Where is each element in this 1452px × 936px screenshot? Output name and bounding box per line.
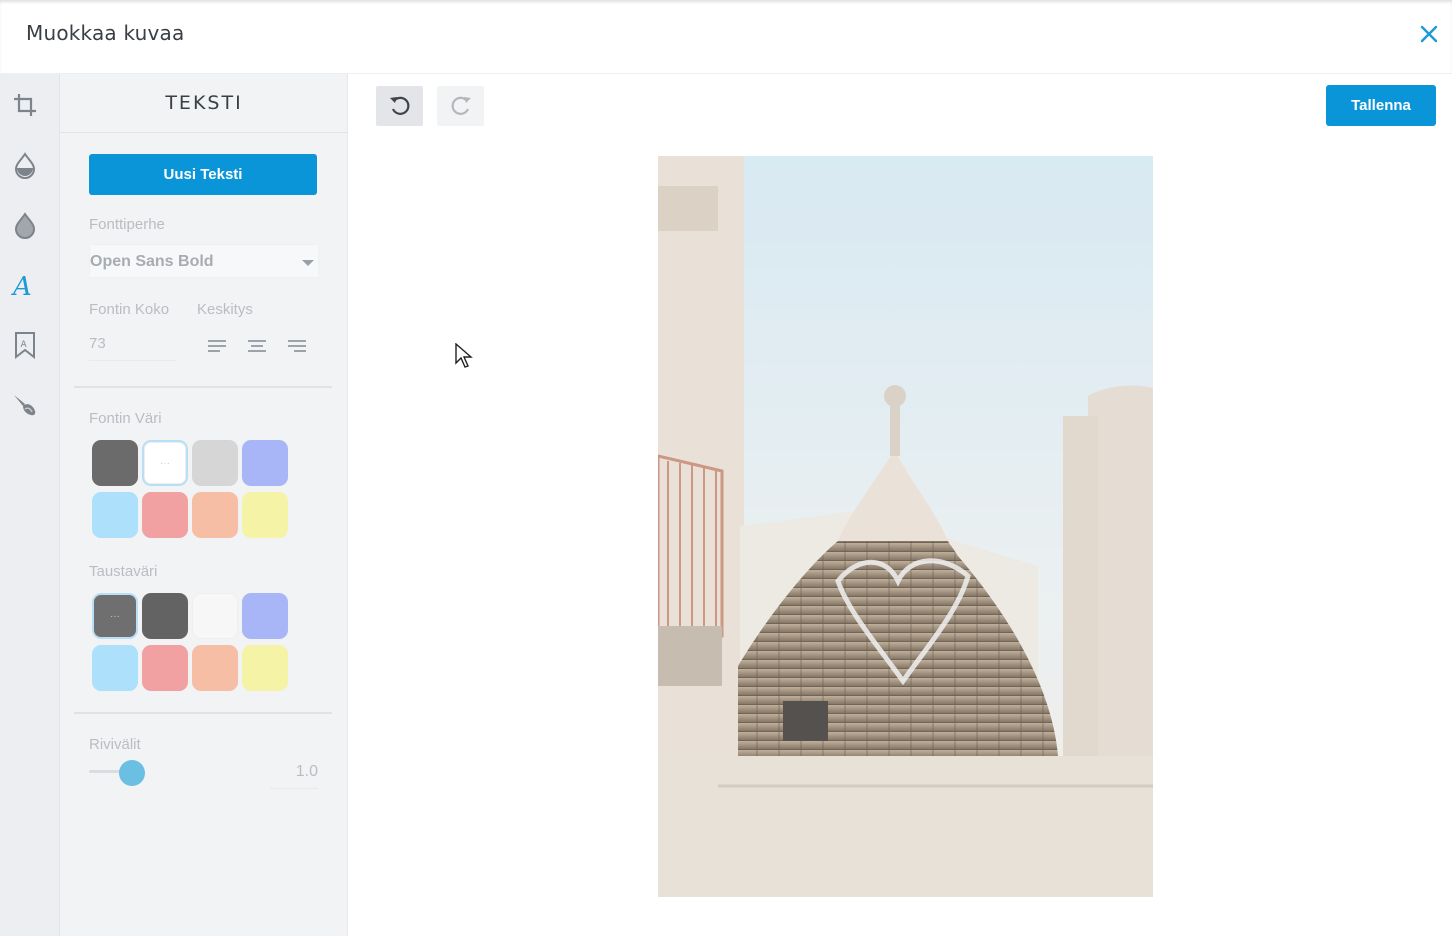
edited-photo[interactable] — [658, 156, 1153, 897]
font-color-swatch[interactable] — [192, 440, 238, 486]
svg-text:A: A — [21, 340, 28, 350]
drop-icon[interactable] — [10, 210, 40, 240]
selected-indicator: ··· — [160, 458, 170, 469]
new-text-button[interactable]: Uusi Teksti — [89, 154, 317, 195]
divider — [74, 386, 332, 388]
mouse-cursor-icon — [455, 342, 473, 374]
align-center-icon[interactable] — [248, 340, 266, 354]
font-color-swatch[interactable] — [242, 492, 288, 538]
align-left-icon[interactable] — [208, 340, 226, 354]
font-size-label: Fontin Koko — [89, 301, 170, 318]
alignment-label: Keskitys — [197, 301, 253, 318]
font-family-value: Open Sans Bold — [90, 253, 214, 270]
brush-icon[interactable] — [10, 390, 40, 420]
font-color-swatch[interactable] — [92, 492, 138, 538]
image-editor-dialog: Muokkaa kuvaa A A TEKSTI Uusi Teksti Fon… — [0, 0, 1452, 936]
divider — [74, 712, 332, 714]
background-color-swatch[interactable] — [242, 593, 288, 639]
close-icon[interactable] — [1417, 22, 1441, 46]
background-color-swatch[interactable]: ··· — [92, 593, 138, 639]
font-color-swatch[interactable]: ··· — [142, 440, 188, 486]
font-family-label: Fonttiperhe — [89, 216, 165, 233]
divider — [60, 132, 348, 133]
selected-indicator: ··· — [110, 611, 120, 622]
save-button[interactable]: Tallenna — [1326, 85, 1436, 126]
svg-text:A: A — [11, 272, 32, 299]
font-color-swatch[interactable] — [192, 492, 238, 538]
drop-outline-icon[interactable] — [10, 150, 40, 180]
text-panel: TEKSTI Uusi Teksti Fonttiperhe Open Sans… — [60, 74, 348, 936]
font-size-input[interactable]: 73 — [89, 333, 177, 361]
chevron-down-icon — [302, 260, 314, 266]
align-right-icon[interactable] — [288, 340, 306, 354]
background-color-swatch[interactable] — [142, 593, 188, 639]
tool-rail: A A — [0, 74, 60, 936]
font-color-swatch[interactable] — [92, 440, 138, 486]
dialog-title: Muokkaa kuvaa — [26, 21, 185, 45]
canvas-area: Tallenna — [348, 74, 1452, 936]
background-color-swatch[interactable] — [92, 645, 138, 691]
line-spacing-value[interactable]: 1.0 — [270, 763, 318, 789]
background-color-swatch[interactable] — [192, 645, 238, 691]
bookmark-icon[interactable]: A — [10, 330, 40, 360]
font-family-select[interactable]: Open Sans Bold — [89, 244, 319, 278]
text-icon[interactable]: A — [10, 270, 40, 300]
font-color-label: Fontin Väri — [89, 410, 162, 427]
crop-icon[interactable] — [10, 90, 40, 120]
background-color-swatch[interactable] — [142, 645, 188, 691]
line-spacing-label: Rivivälit — [89, 736, 141, 753]
panel-title: TEKSTI — [165, 92, 243, 114]
background-color-label: Taustaväri — [89, 563, 158, 580]
redo-icon[interactable] — [437, 86, 484, 126]
dialog-header: Muokkaa kuvaa — [0, 0, 1452, 74]
undo-icon[interactable] — [376, 86, 423, 126]
background-color-swatch[interactable] — [192, 593, 238, 639]
line-spacing-slider-handle[interactable] — [119, 760, 145, 786]
font-color-swatch[interactable] — [242, 440, 288, 486]
font-color-swatch[interactable] — [142, 492, 188, 538]
background-color-swatch[interactable] — [242, 645, 288, 691]
